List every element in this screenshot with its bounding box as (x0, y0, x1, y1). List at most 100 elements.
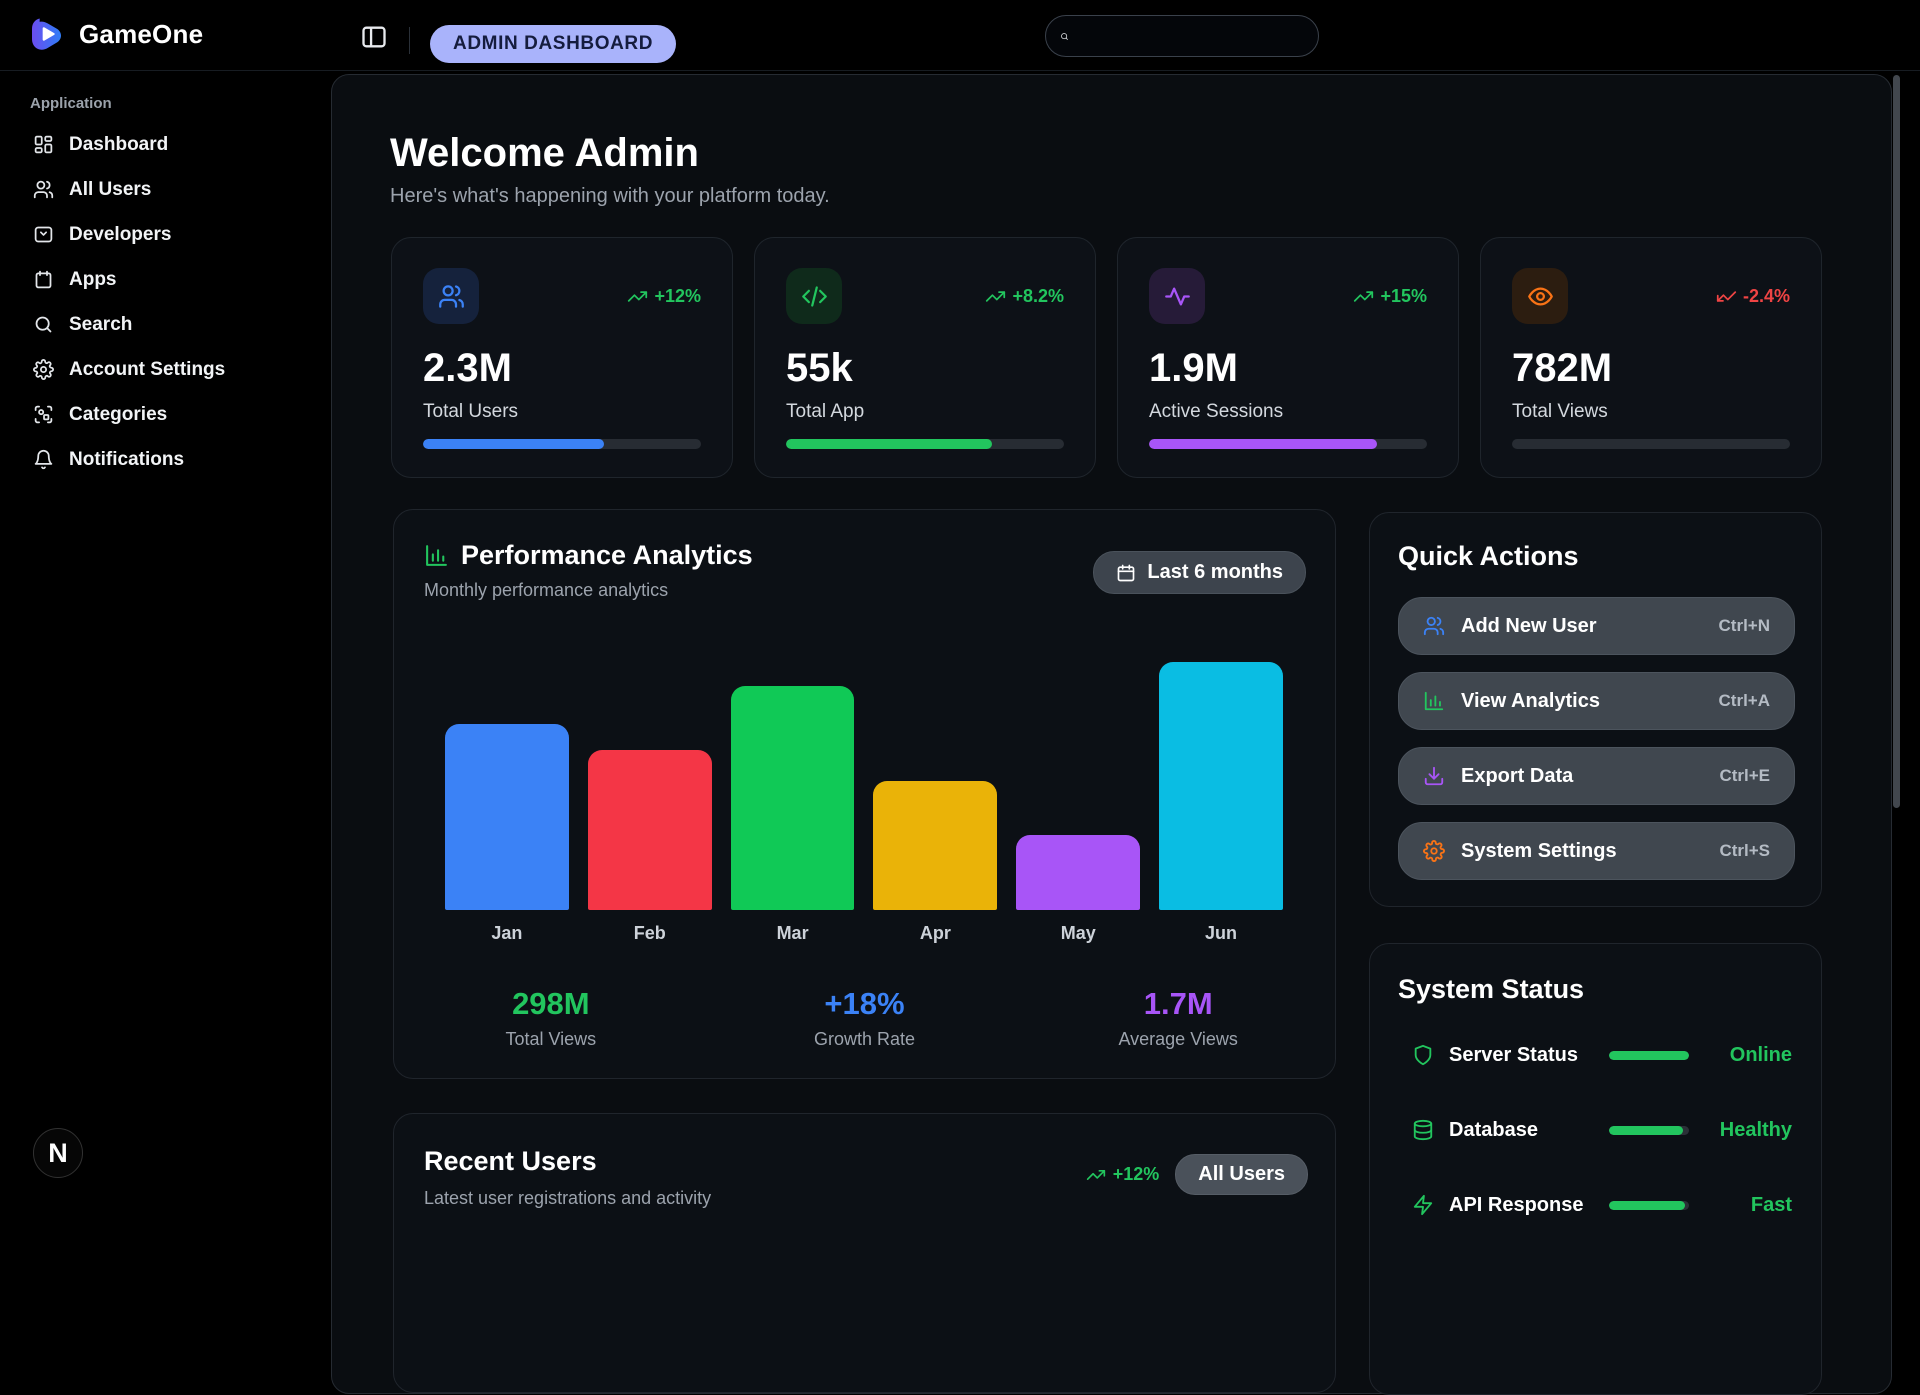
change-badge: +12% (627, 286, 701, 307)
sidebar-item-developers[interactable]: Developers (0, 212, 331, 257)
admin-dashboard-badge: ADMIN DASHBOARD (430, 25, 676, 63)
x-tick-label: Jan (445, 923, 569, 944)
trend-up-icon (1353, 286, 1374, 307)
dev-badge-letter: N (48, 1138, 68, 1169)
sidebar-item-label: All Users (69, 179, 151, 201)
users-icon (33, 179, 54, 200)
global-search[interactable] (1045, 15, 1319, 57)
sidebar-item-all-users[interactable]: All Users (0, 167, 331, 212)
panel-left-icon (360, 23, 388, 51)
status-row-database: Database Healthy (1370, 1110, 1823, 1150)
export-data-button[interactable]: Export Data Ctrl+E (1398, 747, 1795, 805)
sidebar-item-dashboard[interactable]: Dashboard (0, 122, 331, 167)
stat-card-total-users: +12% 2.3M Total Users (391, 237, 733, 478)
bar-chart: Jan Feb Mar Apr May Jun (445, 652, 1283, 948)
scrollbar-thumb[interactable] (1893, 75, 1900, 808)
apps-icon (33, 269, 54, 290)
header-divider (409, 27, 410, 54)
stat-card-active-sessions: +15% 1.9M Active Sessions (1117, 237, 1459, 478)
page-subtitle: Here's what's happening with your platfo… (390, 185, 830, 208)
stat-cards-row: +12% 2.3M Total Users +8.2% 55k T (391, 237, 1823, 478)
status-value: Online (1730, 1044, 1792, 1067)
summary-average-views: 1.7M Average Views (1021, 988, 1335, 1050)
bar-mar (731, 686, 855, 910)
bar-apr (873, 781, 997, 910)
calendar-icon (1116, 563, 1136, 583)
bar-jun (1159, 662, 1283, 910)
gear-icon (1423, 840, 1445, 862)
search-icon (33, 314, 54, 335)
chart-bar-column: Mar (731, 652, 855, 948)
sidebar-item-label: Apps (69, 269, 117, 291)
sidebar-item-label: Account Settings (69, 359, 225, 381)
panel-subtitle: Monthly performance analytics (424, 580, 668, 601)
shortcut-hint: Ctrl+N (1719, 616, 1770, 636)
stat-label: Total Views (1512, 401, 1790, 423)
x-tick-label: May (1016, 923, 1140, 944)
search-icon (1060, 27, 1069, 46)
panel-title: Performance Analytics (461, 540, 753, 571)
chart-bar-column: Apr (873, 652, 997, 948)
panel-title: Recent Users (424, 1146, 597, 1177)
trend-up-icon (985, 286, 1006, 307)
eye-icon (1512, 268, 1568, 324)
code-icon (786, 268, 842, 324)
stat-label: Active Sessions (1149, 401, 1427, 423)
developer-box-icon (33, 224, 54, 245)
sidebar-item-categories[interactable]: Categories (0, 392, 331, 437)
status-row-api: API Response Fast (1370, 1185, 1823, 1225)
categories-icon (33, 404, 54, 425)
view-analytics-button[interactable]: View Analytics Ctrl+A (1398, 672, 1795, 730)
change-badge: +12% (1086, 1164, 1160, 1185)
sidebar-item-label: Categories (69, 404, 167, 426)
trend-up-icon (1086, 1165, 1106, 1185)
bar-jan (445, 724, 569, 910)
sidebar-item-apps[interactable]: Apps (0, 257, 331, 302)
shortcut-hint: Ctrl+S (1719, 841, 1770, 861)
dashboard-icon (33, 134, 54, 155)
chart-bar-column: Jun (1159, 652, 1283, 948)
stat-progress (1149, 439, 1427, 449)
sidebar-item-notifications[interactable]: Notifications (0, 437, 331, 482)
page-title: Welcome Admin (390, 131, 699, 176)
stat-value: 55k (786, 348, 1064, 388)
sidebar-item-label: Dashboard (69, 134, 168, 156)
summary-growth-rate: +18% Growth Rate (708, 988, 1022, 1050)
add-new-user-button[interactable]: Add New User Ctrl+N (1398, 597, 1795, 655)
recent-users-panel: Recent Users Latest user registrations a… (393, 1113, 1336, 1393)
change-badge: +15% (1353, 286, 1427, 307)
sidebar-item-account-settings[interactable]: Account Settings (0, 347, 331, 392)
stat-label: Total Users (423, 401, 701, 423)
database-icon (1412, 1119, 1434, 1141)
sidebar-item-search[interactable]: Search (0, 302, 331, 347)
stat-card-total-app: +8.2% 55k Total App (754, 237, 1096, 478)
sidebar-toggle-button[interactable] (360, 23, 388, 51)
change-badge: -2.4% (1716, 286, 1790, 307)
x-tick-label: Feb (588, 923, 712, 944)
gear-icon (33, 359, 54, 380)
panel-subtitle: Latest user registrations and activity (424, 1188, 711, 1209)
download-icon (1423, 765, 1445, 787)
activity-icon (1149, 268, 1205, 324)
chart-summary-row: 298M Total Views +18% Growth Rate 1.7M A… (394, 988, 1335, 1050)
dev-tools-badge[interactable]: N (33, 1128, 83, 1178)
stat-value: 782M (1512, 348, 1790, 388)
date-range-button[interactable]: Last 6 months (1093, 551, 1306, 594)
stat-card-total-views: -2.4% 782M Total Views (1480, 237, 1822, 478)
sidebar-item-label: Developers (69, 224, 171, 246)
system-settings-button[interactable]: System Settings Ctrl+S (1398, 822, 1795, 880)
stat-progress (786, 439, 1064, 449)
status-bar (1609, 1051, 1689, 1060)
search-input[interactable] (1079, 25, 1304, 47)
status-bar (1609, 1201, 1689, 1210)
users-icon (423, 268, 479, 324)
panel-title: System Status (1398, 974, 1584, 1005)
stat-label: Total App (786, 401, 1064, 423)
sidebar-item-label: Search (69, 314, 132, 336)
shield-icon (1412, 1044, 1434, 1066)
system-status-panel: System Status Server Status Online Datab… (1369, 943, 1822, 1395)
chart-bar-column: Feb (588, 652, 712, 948)
all-users-button[interactable]: All Users (1175, 1154, 1308, 1195)
quick-actions-panel: Quick Actions Add New User Ctrl+N View A… (1369, 512, 1822, 907)
shortcut-hint: Ctrl+A (1719, 691, 1770, 711)
